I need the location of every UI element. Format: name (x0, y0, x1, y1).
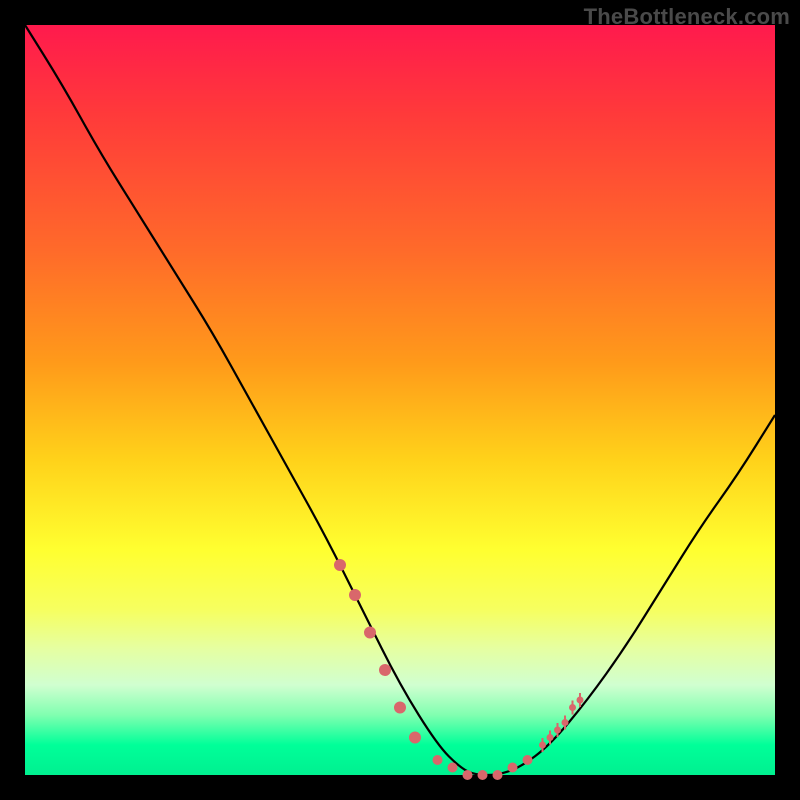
curve-marker (569, 704, 576, 711)
curve-marker (562, 719, 569, 726)
markers-right-ticks (539, 693, 584, 752)
curve-marker (448, 763, 458, 773)
curve-marker (463, 770, 473, 780)
curve-marker (394, 702, 406, 714)
curve-marker (547, 734, 554, 741)
curve-marker (554, 727, 561, 734)
bottleneck-curve (25, 25, 775, 775)
curve-marker (349, 589, 361, 601)
markers-bottom (433, 755, 533, 780)
curve-marker (539, 742, 546, 749)
curve-svg (25, 25, 775, 775)
curve-marker (493, 770, 503, 780)
markers-left (334, 559, 421, 744)
curve-marker (379, 664, 391, 676)
curve-marker (577, 697, 584, 704)
curve-marker (523, 755, 533, 765)
curve-marker (478, 770, 488, 780)
curve-marker (409, 732, 421, 744)
curve-marker (433, 755, 443, 765)
curve-marker (364, 627, 376, 639)
curve-marker (508, 763, 518, 773)
plot-area (25, 25, 775, 775)
curve-marker (334, 559, 346, 571)
chart-container: TheBottleneck.com (0, 0, 800, 800)
